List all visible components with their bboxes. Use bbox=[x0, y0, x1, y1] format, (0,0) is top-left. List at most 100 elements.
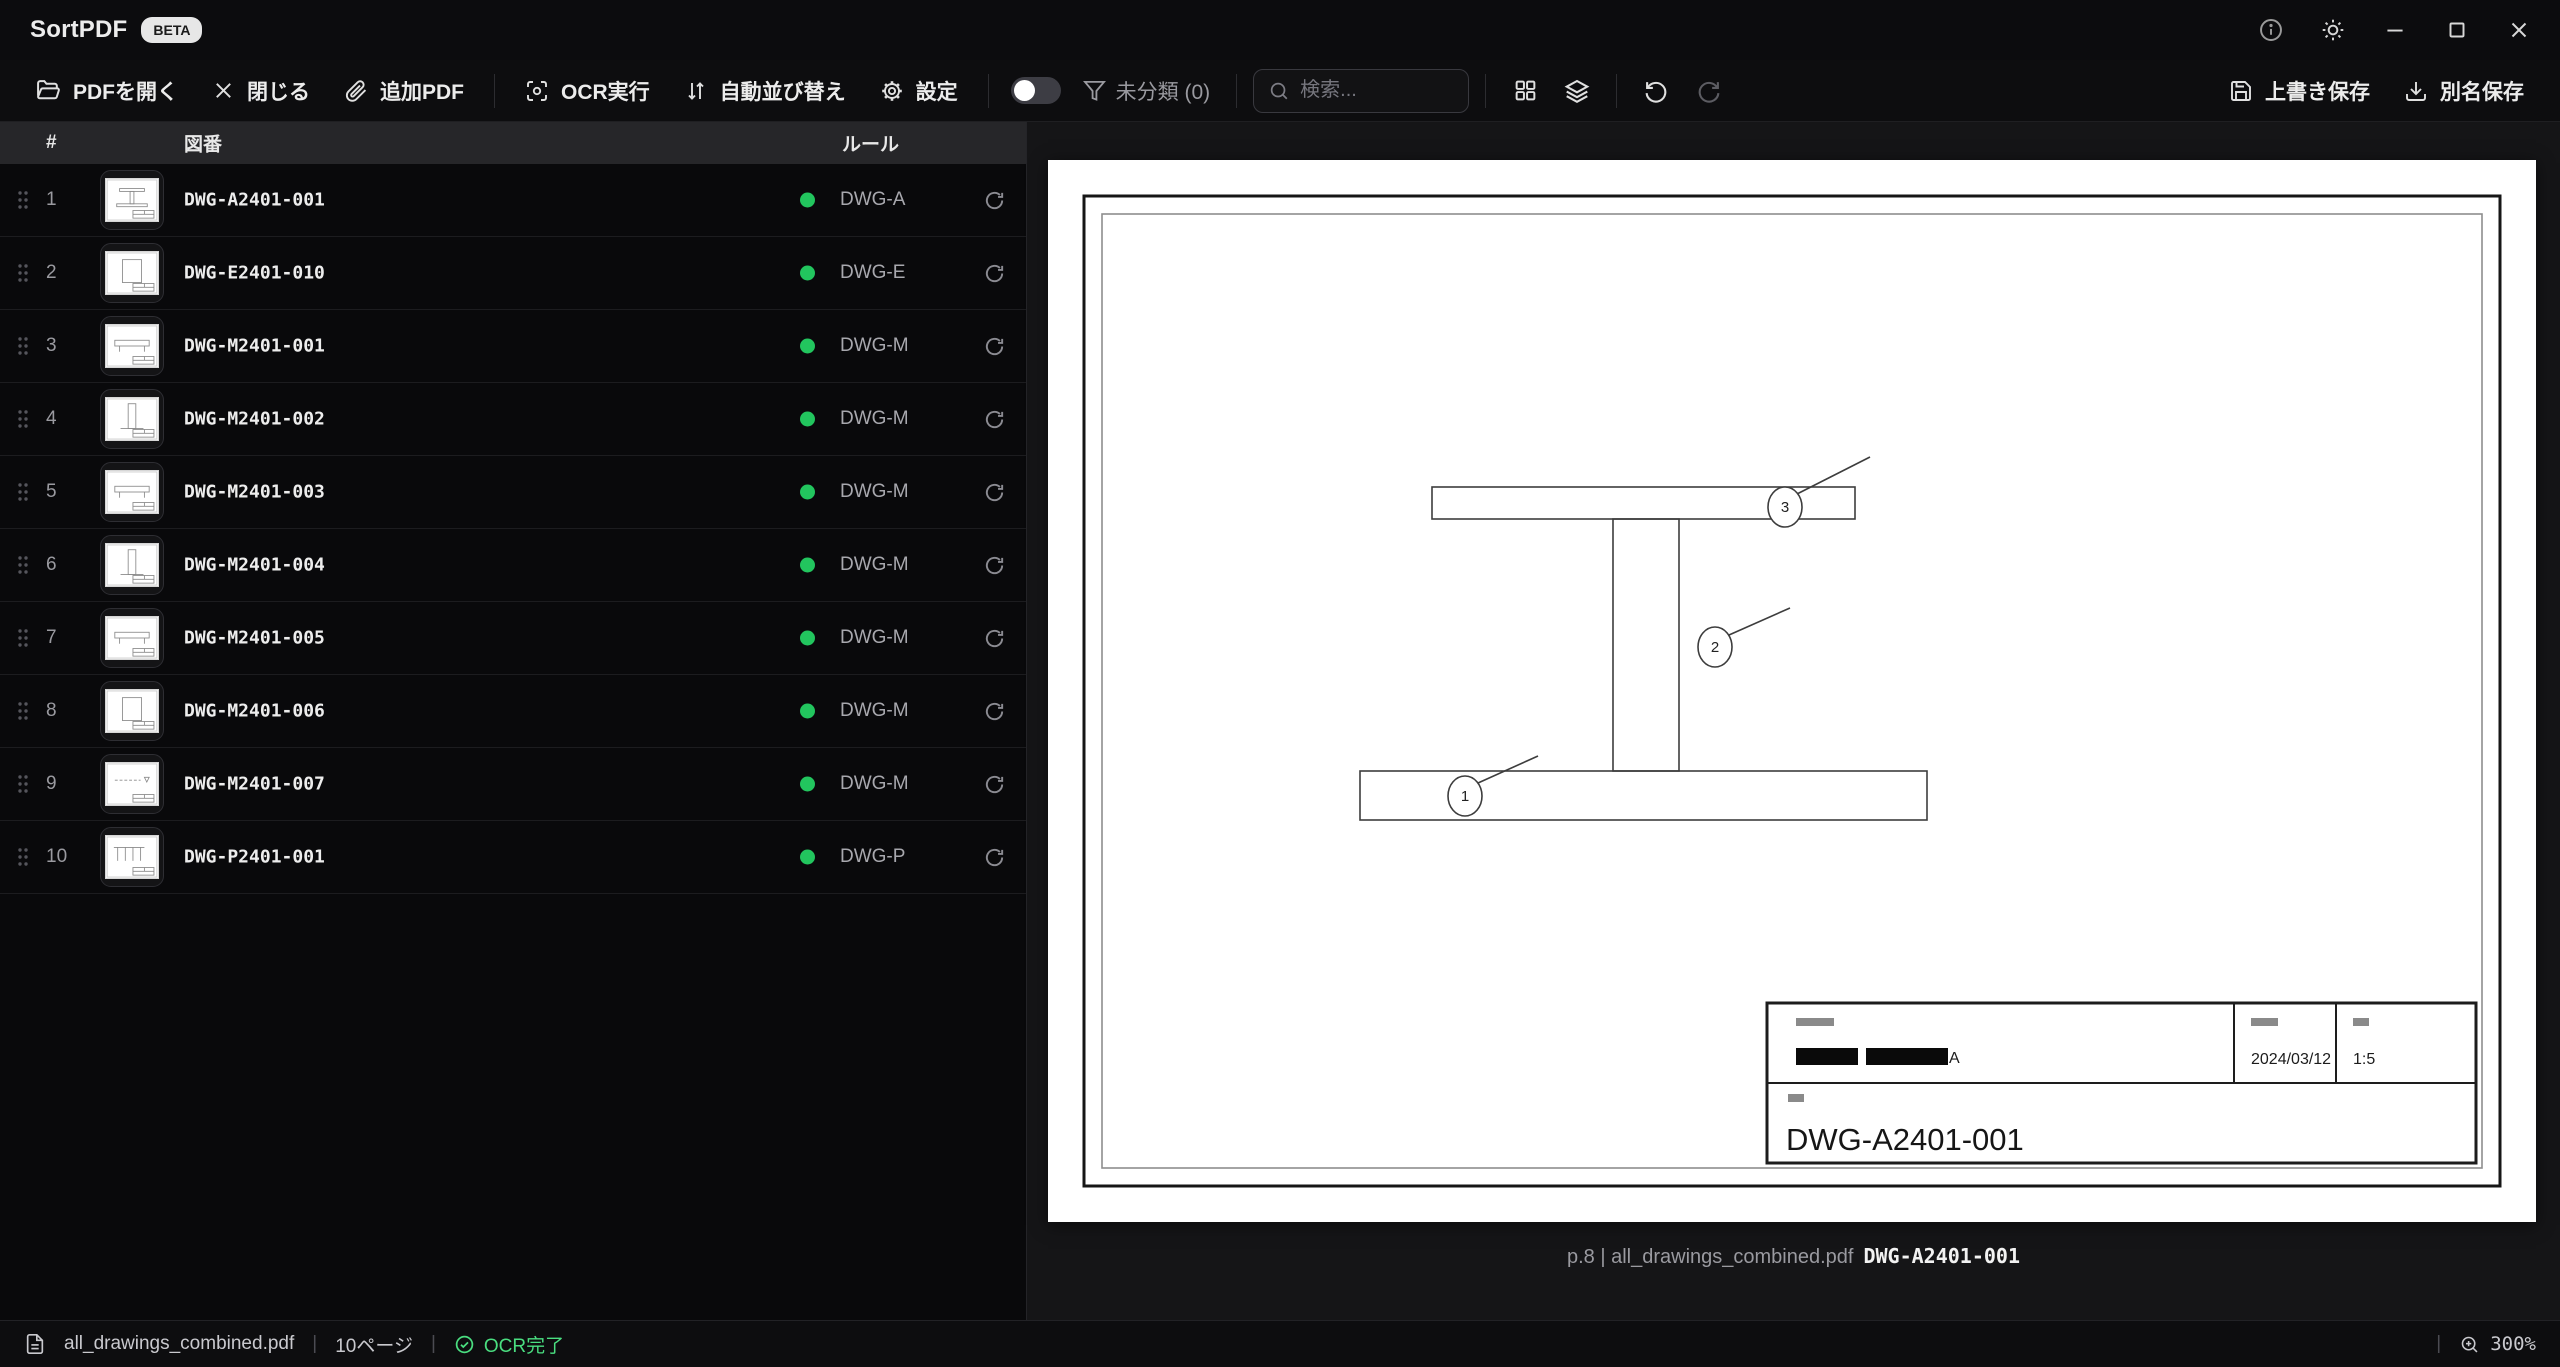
grid-view-icon[interactable] bbox=[1502, 69, 1548, 113]
drawing-number: DWG-E2401-010 bbox=[184, 263, 325, 284]
auto-sort-button[interactable]: 自動並び替え bbox=[670, 67, 860, 115]
sort-arrows-icon bbox=[684, 79, 708, 103]
pdf-page[interactable]: 3 2 1 bbox=[1048, 160, 2536, 1222]
drawing-number: DWG-M2401-003 bbox=[184, 482, 325, 503]
table-body: 1 DWG-A2401-001 DWG-A 2 DWG-E2401-010 DW… bbox=[0, 164, 1026, 1320]
layers-icon[interactable] bbox=[1554, 69, 1600, 113]
add-pdf-button[interactable]: 追加PDF bbox=[330, 67, 478, 115]
svg-text:1: 1 bbox=[1461, 788, 1469, 805]
ocr-scan-icon bbox=[525, 79, 549, 103]
page-thumbnail bbox=[100, 462, 164, 522]
field-label-bar bbox=[1796, 1018, 1834, 1026]
unclassified-filter-button[interactable]: 未分類 (0) bbox=[1073, 68, 1221, 114]
drawing-number: DWG-M2401-001 bbox=[184, 336, 325, 357]
filter-toggle[interactable] bbox=[1011, 77, 1061, 104]
ocr-status: OCR完了 bbox=[454, 1331, 564, 1358]
refresh-icon[interactable] bbox=[976, 401, 1012, 437]
refresh-icon[interactable] bbox=[976, 693, 1012, 729]
title-block-drawing-number: DWG-A2401-001 bbox=[1786, 1122, 2024, 1157]
save-overwrite-button[interactable]: 上書き保存 bbox=[2215, 67, 2384, 115]
theme-toggle-sun-icon[interactable] bbox=[2310, 7, 2356, 53]
table-row[interactable]: 1 DWG-A2401-001 DWG-A bbox=[0, 164, 1026, 237]
row-index: 2 bbox=[46, 262, 57, 284]
drag-handle-icon[interactable] bbox=[10, 189, 36, 211]
drag-handle-icon[interactable] bbox=[10, 773, 36, 795]
refresh-icon[interactable] bbox=[976, 839, 1012, 875]
drawing-list-panel: # 図番 ルール 1 DWG-A2401-001 DWG-A 2 DWG-E24… bbox=[0, 122, 1027, 1320]
rule-label: DWG-M bbox=[840, 481, 909, 503]
table-row[interactable]: 2 DWG-E2401-010 DWG-E bbox=[0, 237, 1026, 310]
redacted-text bbox=[1796, 1048, 1858, 1065]
folder-open-icon bbox=[36, 78, 61, 103]
table-row[interactable]: 3 DWG-M2401-001 DWG-M bbox=[0, 310, 1026, 383]
drag-handle-icon[interactable] bbox=[10, 554, 36, 576]
caption-drawing-number: DWG-A2401-001 bbox=[1863, 1244, 2020, 1268]
drag-handle-icon[interactable] bbox=[10, 627, 36, 649]
drawing-number: DWG-M2401-007 bbox=[184, 774, 325, 795]
leader-line bbox=[1729, 608, 1790, 635]
rule-label: DWG-M bbox=[840, 700, 909, 722]
row-index: 7 bbox=[46, 627, 57, 649]
table-header: # 図番 ルール bbox=[0, 122, 1026, 164]
table-row[interactable]: 6 DWG-M2401-004 DWG-M bbox=[0, 529, 1026, 602]
refresh-icon[interactable] bbox=[976, 547, 1012, 583]
refresh-icon[interactable] bbox=[976, 620, 1012, 656]
settings-button[interactable]: 設定 bbox=[866, 67, 972, 115]
search-box bbox=[1253, 69, 1469, 113]
search-input[interactable] bbox=[1300, 79, 1440, 102]
rule-label: DWG-M bbox=[840, 408, 909, 430]
page-thumbnail bbox=[100, 754, 164, 814]
field-label-bar bbox=[2353, 1018, 2369, 1026]
table-row[interactable]: 9 DWG-M2401-007 DWG-M bbox=[0, 748, 1026, 821]
redo-icon[interactable] bbox=[1685, 69, 1731, 113]
page-thumbnail bbox=[100, 535, 164, 595]
table-row[interactable]: 5 DWG-M2401-003 DWG-M bbox=[0, 456, 1026, 529]
table-row[interactable]: 10 DWG-P2401-001 DWG-P bbox=[0, 821, 1026, 894]
page-thumbnail bbox=[100, 681, 164, 741]
zoom-level: 300% bbox=[2459, 1333, 2536, 1355]
drag-handle-icon[interactable] bbox=[10, 846, 36, 868]
minimize-button[interactable] bbox=[2372, 7, 2418, 53]
drag-handle-icon[interactable] bbox=[10, 335, 36, 357]
status-page-count: 10ページ bbox=[335, 1331, 413, 1358]
refresh-icon[interactable] bbox=[976, 474, 1012, 510]
drag-handle-icon[interactable] bbox=[10, 700, 36, 722]
refresh-icon[interactable] bbox=[976, 182, 1012, 218]
close-pdf-button[interactable]: 閉じる bbox=[198, 67, 324, 115]
maximize-button[interactable] bbox=[2434, 7, 2480, 53]
table-row[interactable]: 8 DWG-M2401-006 DWG-M bbox=[0, 675, 1026, 748]
refresh-icon[interactable] bbox=[976, 328, 1012, 364]
drawing-number: DWG-P2401-001 bbox=[184, 847, 325, 868]
drag-handle-icon[interactable] bbox=[10, 481, 36, 503]
table-row[interactable]: 7 DWG-M2401-005 DWG-M bbox=[0, 602, 1026, 675]
technical-drawing: 3 2 1 bbox=[1048, 160, 2536, 1222]
status-dot bbox=[800, 266, 815, 281]
status-dot bbox=[800, 558, 815, 573]
run-ocr-button[interactable]: OCR実行 bbox=[511, 67, 664, 115]
download-icon bbox=[2404, 79, 2428, 103]
status-dot bbox=[800, 631, 815, 646]
open-pdf-button[interactable]: PDFを開く bbox=[22, 67, 192, 115]
drawing-number: DWG-M2401-005 bbox=[184, 628, 325, 649]
statusbar: all_drawings_combined.pdf | 10ページ | OCR完… bbox=[0, 1320, 2560, 1367]
save-as-button[interactable]: 別名保存 bbox=[2390, 67, 2538, 115]
drag-handle-icon[interactable] bbox=[10, 408, 36, 430]
page-thumbnail bbox=[100, 827, 164, 887]
svg-text:2: 2 bbox=[1711, 639, 1719, 656]
undo-icon[interactable] bbox=[1633, 69, 1679, 113]
refresh-icon[interactable] bbox=[976, 766, 1012, 802]
beta-badge: BETA bbox=[141, 17, 202, 43]
drawing-number: DWG-M2401-006 bbox=[184, 701, 325, 722]
zoom-in-icon bbox=[2459, 1334, 2480, 1355]
floppy-save-icon bbox=[2229, 79, 2253, 103]
row-index: 3 bbox=[46, 335, 57, 357]
status-dot bbox=[800, 850, 815, 865]
gear-icon bbox=[880, 79, 904, 103]
close-window-button[interactable] bbox=[2496, 7, 2542, 53]
status-dot bbox=[800, 412, 815, 427]
page-thumbnail bbox=[100, 243, 164, 303]
info-icon[interactable] bbox=[2248, 7, 2294, 53]
drag-handle-icon[interactable] bbox=[10, 262, 36, 284]
refresh-icon[interactable] bbox=[976, 255, 1012, 291]
table-row[interactable]: 4 DWG-M2401-002 DWG-M bbox=[0, 383, 1026, 456]
